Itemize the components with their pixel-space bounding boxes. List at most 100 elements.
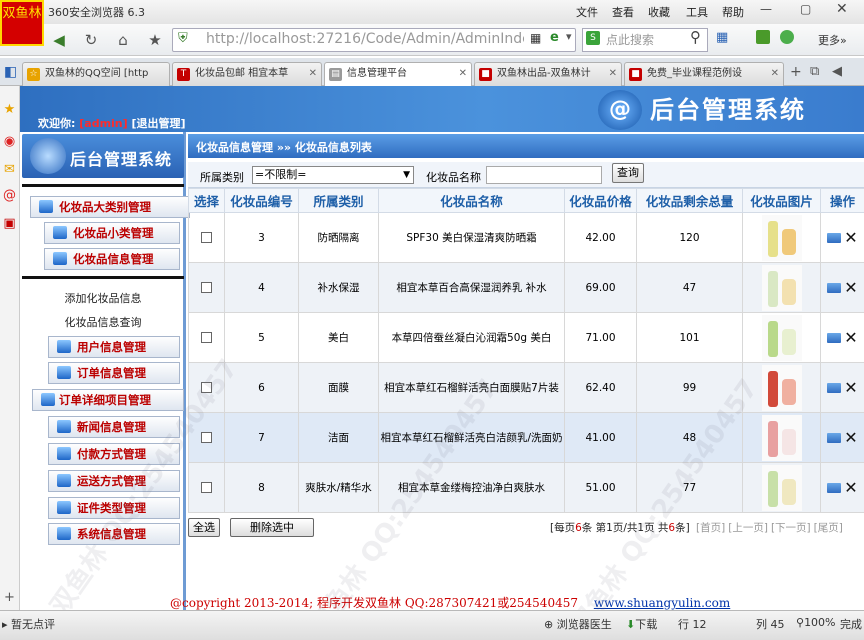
media-icon[interactable] xyxy=(756,30,770,44)
edit-icon[interactable] xyxy=(827,232,842,243)
menu-file[interactable]: 文件 xyxy=(576,4,598,20)
zoom-level[interactable]: ⚲100% xyxy=(796,616,836,629)
edit-icon[interactable] xyxy=(827,482,842,493)
query-button[interactable]: 查询 xyxy=(612,163,644,183)
restore-tab-icon[interactable]: ⧉ xyxy=(810,64,819,79)
delete-icon[interactable]: ✕ xyxy=(844,428,857,447)
tab-qq-space[interactable]: ☆ 双鱼林的QQ空间 [http xyxy=(22,62,170,86)
menu-shipping-method[interactable]: 运送方式管理 xyxy=(48,470,180,492)
product-thumbnail[interactable] xyxy=(761,414,802,461)
row-checkbox[interactable] xyxy=(201,282,212,293)
address-url[interactable]: http://localhost:27216/Code/Admin/AdminI… xyxy=(206,31,524,47)
menu-order-detail[interactable]: 订单详细项目管理 xyxy=(32,389,184,411)
submenu-query-cosmetics[interactable]: 化妆品信息查询 xyxy=(22,314,184,330)
table-row[interactable]: 4 补水保湿 相宜本草百合高保湿润养乳 补水 69.00 47 ✕ xyxy=(188,262,864,313)
new-tab-icon[interactable]: + xyxy=(790,64,802,80)
table-row[interactable]: 5 美白 本草四倍蚕丝凝白沁润霜50g 美白 71.00 101 ✕ xyxy=(188,312,864,363)
edit-icon[interactable] xyxy=(827,432,842,443)
browser-doctor-button[interactable]: ⊕ 浏览器医生 xyxy=(544,616,612,632)
security-icon[interactable] xyxy=(780,30,794,44)
row-checkbox[interactable] xyxy=(201,382,212,393)
product-thumbnail[interactable] xyxy=(761,464,802,511)
menu-cosmetics-subcategory[interactable]: 化妆品小类管理 xyxy=(44,222,180,244)
tab-info-platform[interactable]: ▤ 信息管理平台 ✕ xyxy=(324,62,472,87)
delete-icon[interactable]: ✕ xyxy=(844,228,857,247)
table-row[interactable]: 3 防晒隔离 SPF30 美白保湿清爽防晒霜 42.00 120 ✕ xyxy=(188,212,864,263)
search-engine-icon[interactable]: S xyxy=(586,31,600,45)
menu-help[interactable]: 帮助 xyxy=(722,4,744,20)
tab-cosmetics-shop[interactable]: T 化妆品包邮 相宜本草 ✕ xyxy=(172,62,322,86)
menu-certificate-type[interactable]: 证件类型管理 xyxy=(48,497,180,519)
row-checkbox[interactable] xyxy=(201,482,212,493)
next-page-link[interactable]: [下一页] xyxy=(771,522,811,534)
tab-shuangyulin[interactable]: ■ 双鱼林出品-双鱼林计 ✕ xyxy=(474,62,622,86)
menu-news-info[interactable]: 新闻信息管理 xyxy=(48,416,180,438)
search-icon[interactable]: ⚲ xyxy=(690,28,701,46)
back-button[interactable]: ◀ xyxy=(46,28,72,52)
maximize-button[interactable]: ▢ xyxy=(800,2,811,16)
table-row[interactable]: 7 洁面 相宜本草红石榴鲜活亮白洁颜乳/洗面奶 41.00 48 ✕ xyxy=(188,412,864,463)
product-thumbnail[interactable] xyxy=(761,264,802,311)
product-thumbnail[interactable] xyxy=(761,314,802,361)
refresh-button[interactable]: ↻ xyxy=(78,28,104,52)
first-page-link[interactable]: [首页] xyxy=(696,522,725,534)
delete-icon[interactable]: ✕ xyxy=(844,278,857,297)
menu-cosmetics-category[interactable]: 化妆品大类别管理 xyxy=(30,196,190,218)
favorite-button[interactable]: ★ xyxy=(142,28,168,52)
footer-website-link[interactable]: www.shuangyulin.com xyxy=(594,596,730,610)
row-checkbox[interactable] xyxy=(201,232,212,243)
edit-icon[interactable] xyxy=(827,332,842,343)
row-checkbox[interactable] xyxy=(201,332,212,343)
prev-page-link[interactable]: [上一页] xyxy=(728,522,768,534)
table-row[interactable]: 6 面膜 相宜本草红石榴鲜活亮白面膜贴7片装 62.40 99 ✕ xyxy=(188,362,864,413)
ie-mode-icon[interactable]: e xyxy=(550,30,559,45)
menu-order-info[interactable]: 订单信息管理 xyxy=(48,362,180,384)
tab-free-course[interactable]: ■ 免费_毕业课程范例设 ✕ xyxy=(624,62,784,86)
edit-icon[interactable] xyxy=(827,282,842,293)
add-sidebar-icon[interactable]: + xyxy=(1,586,18,610)
tab-back-icon[interactable]: ◀ xyxy=(832,64,842,79)
more-menu[interactable]: 更多» xyxy=(818,32,847,48)
tab-close-icon[interactable]: ✕ xyxy=(459,63,467,85)
dropdown-icon[interactable]: ▾ xyxy=(566,30,572,43)
category-select[interactable]: =不限制= ▼ xyxy=(252,166,414,184)
menu-user-info[interactable]: 用户信息管理 xyxy=(48,336,180,358)
download-button[interactable]: ⬇下载 xyxy=(626,616,657,632)
admin-username[interactable]: [admin] xyxy=(79,117,127,130)
minimize-button[interactable]: — xyxy=(760,2,772,16)
apps-grid-icon[interactable]: ▦ xyxy=(716,30,728,45)
delete-icon[interactable]: ✕ xyxy=(844,378,857,397)
select-all-button[interactable]: 全选 xyxy=(188,518,220,537)
edit-icon[interactable] xyxy=(827,382,842,393)
tab-list-icon[interactable]: ◧ xyxy=(4,64,17,80)
delete-icon[interactable]: ✕ xyxy=(844,478,857,497)
menu-payment-method[interactable]: 付款方式管理 xyxy=(48,443,180,465)
close-window-button[interactable]: ✕ xyxy=(836,1,848,17)
at-icon[interactable]: @ xyxy=(1,184,18,208)
home-button[interactable]: ⌂ xyxy=(110,28,136,52)
menu-view[interactable]: 查看 xyxy=(612,4,634,20)
tab-close-icon[interactable]: ✕ xyxy=(771,63,779,85)
app-icon[interactable]: ▣ xyxy=(1,212,18,236)
name-input[interactable] xyxy=(486,166,602,184)
menu-system-info[interactable]: 系统信息管理 xyxy=(48,523,180,545)
delete-icon[interactable]: ✕ xyxy=(844,328,857,347)
menu-cosmetics-info[interactable]: 化妆品信息管理 xyxy=(44,248,180,270)
submenu-add-cosmetics[interactable]: 添加化妆品信息 xyxy=(22,290,184,306)
qr-code-icon[interactable]: ▦ xyxy=(530,31,541,45)
tab-close-icon[interactable]: ✕ xyxy=(609,63,617,85)
last-page-link[interactable]: [尾页] xyxy=(814,522,843,534)
search-input[interactable]: 点此搜索 xyxy=(606,31,654,48)
favorites-star-icon[interactable]: ★ xyxy=(1,98,18,122)
weibo-icon[interactable]: ◉ xyxy=(1,130,18,154)
mail-icon[interactable]: ✉ xyxy=(1,158,18,182)
product-thumbnail[interactable] xyxy=(761,364,802,411)
menu-favorites[interactable]: 收藏 xyxy=(648,4,670,20)
delete-selected-button[interactable]: 删除选中 xyxy=(230,518,314,537)
logout-link[interactable]: [退出管理] xyxy=(132,117,186,130)
tab-close-icon[interactable]: ✕ xyxy=(309,63,317,85)
product-thumbnail[interactable] xyxy=(761,214,802,261)
menu-tools[interactable]: 工具 xyxy=(686,4,708,20)
row-checkbox[interactable] xyxy=(201,432,212,443)
table-row[interactable]: 8 爽肤水/精华水 相宜本草金缕梅控油净白爽肤水 51.00 77 ✕ xyxy=(188,462,864,513)
